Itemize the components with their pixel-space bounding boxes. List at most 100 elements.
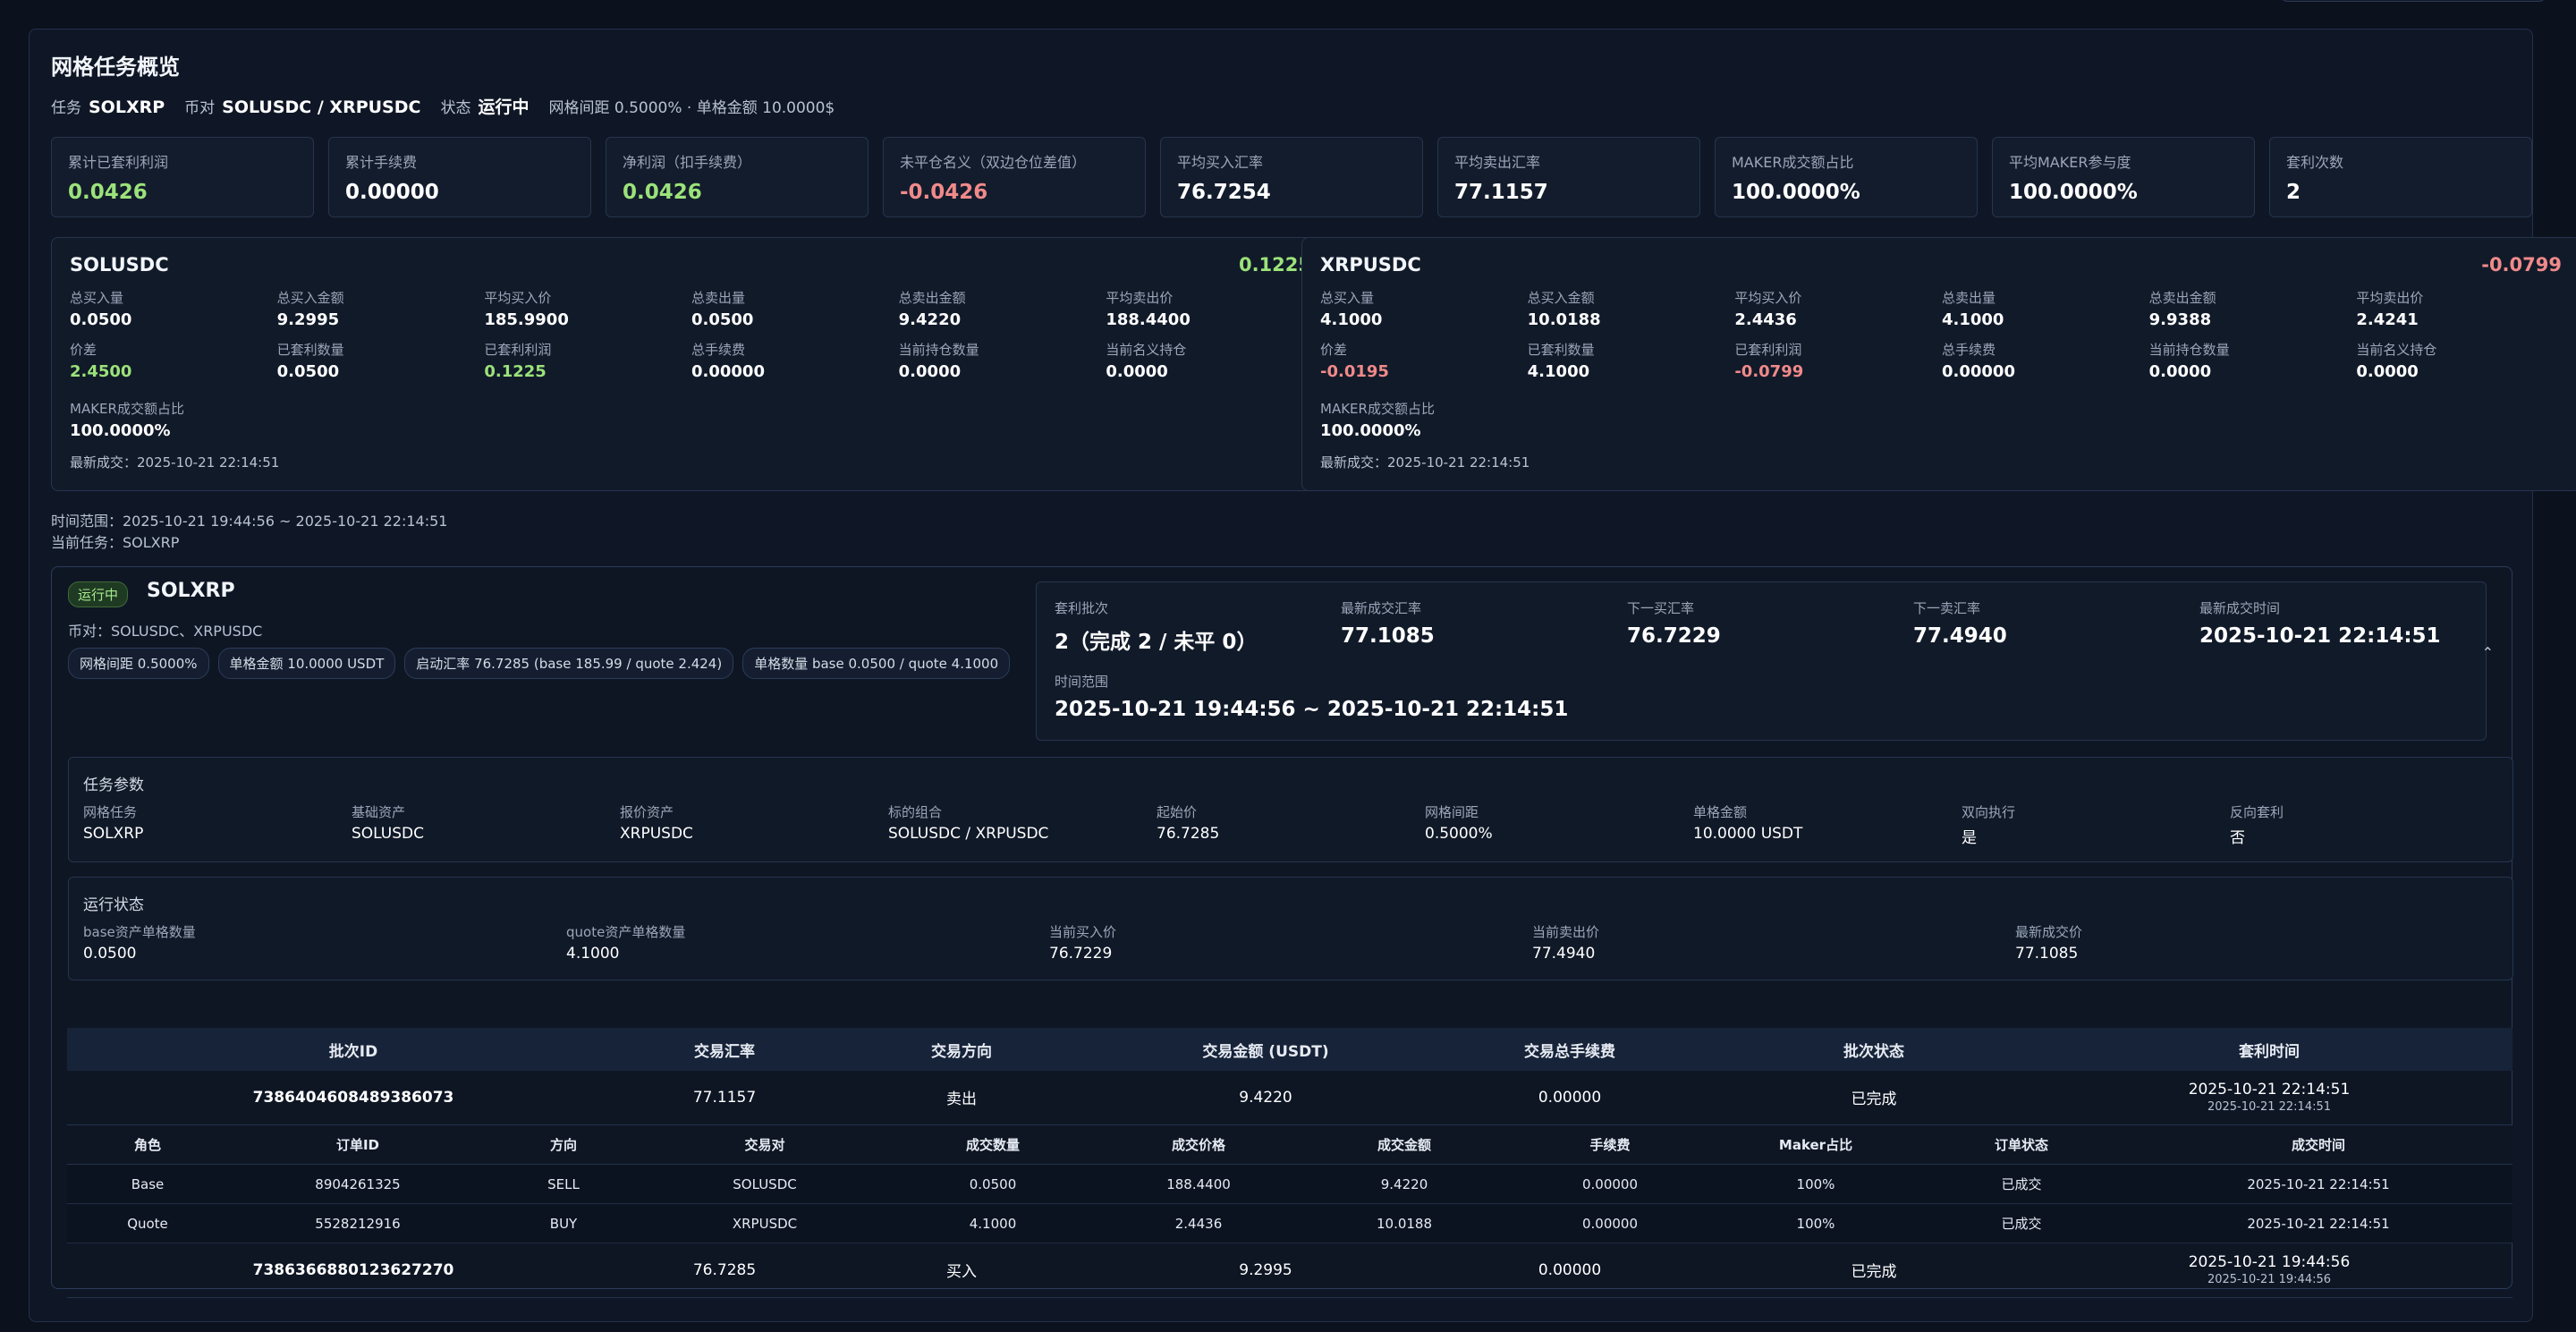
next-sell: 下一卖汇率 77.4940 [1913, 598, 2007, 648]
batch-count: 套利批次 2（完成 2 / 未平 0） [1055, 598, 1257, 655]
field-value: 0.00000 [691, 362, 765, 381]
last-time-label: 最新成交时间 [2199, 600, 2281, 616]
order-amount: 10.0188 [1301, 1203, 1507, 1243]
batch-fee: 0.00000 [1418, 1243, 1722, 1298]
batch-id: 7386404608489386073 [67, 1071, 640, 1125]
chip: 单格金额 10.0000 USDT [217, 648, 396, 679]
param-label: 起始价 [1157, 804, 1198, 820]
field-value: 2.4241 [2356, 310, 2419, 329]
runtime-value: 76.7229 [1049, 945, 1113, 963]
order-role: Quote [67, 1203, 228, 1243]
batch-id: 7386366880123627270 [67, 1243, 640, 1298]
order-fee: 0.00000 [1507, 1203, 1713, 1243]
col-side: 交易方向 [809, 1028, 1114, 1071]
param-label: 网格任务 [83, 804, 138, 820]
stat-value: 0.0426 [68, 181, 148, 204]
batch-status: 已完成 [1722, 1071, 2026, 1125]
batch-row[interactable]: 7386366880123627270 76.7285 买入 9.2995 0.… [67, 1243, 2512, 1298]
field-label: 总买入量 [1320, 290, 1375, 306]
param-value: 是 [1962, 829, 1977, 847]
param-label: 基础资产 [352, 804, 406, 820]
field-value: 9.9388 [2148, 310, 2212, 329]
grid-overview-panel: 网格任务概览 任务 SOLXRP 币对 SOLUSDC / XRPUSDC 状态 运行… [29, 29, 2576, 1322]
last-rate-value: 77.1085 [1341, 624, 1435, 648]
stat-value: 0.0426 [623, 181, 702, 204]
batch-row[interactable]: 7386404608489386073 77.1157 卖出 9.4220 0.… [67, 1071, 2512, 1125]
field-label: 总卖出量 [1942, 290, 1996, 306]
stat-label: MAKER成交额占比 [1732, 154, 1854, 171]
stat-value: 76.7254 [1177, 181, 1271, 204]
runtime-label: 最新成交价 [2015, 924, 2083, 940]
symbol-card-solusdc: SOLUSDC 0.1225 总买入量 0.0500 总买入金额 9.2995 平均… [51, 237, 1330, 491]
field-label: MAKER成交额占比 [1320, 401, 1435, 417]
field-value: 0.0500 [70, 310, 132, 329]
runtime-section: 运行状态 base资产单格数量 0.0500 quote资产单格数量 4.1000 … [68, 877, 2513, 980]
runtime-value: 4.1000 [566, 945, 620, 963]
order-time: 2025-10-21 22:14:51 [2124, 1164, 2512, 1204]
chevron-up-icon[interactable]: ⌃ [2482, 644, 2494, 661]
param-value: 76.7285 [1157, 825, 1220, 843]
task-name: SOLXRP [147, 580, 235, 602]
runtime-label: 当前卖出价 [1532, 924, 1600, 940]
stat-card: 套利次数 2 [2269, 137, 2532, 217]
field-label: 总卖出量 [691, 290, 746, 306]
param-label: 单格金额 [1693, 804, 1748, 820]
stat-value: -0.0426 [900, 181, 988, 204]
batch-range: 时间范围 2025-10-21 19:44:56 ~ 2025-10-21 22:… [1055, 672, 1568, 721]
field-value: 0.00000 [1942, 362, 2015, 381]
params-grid: 网格任务 SOLXRP 基础资产 SOLUSDC 报价资产 XRPUSDC 标的组合 S… [83, 802, 2498, 847]
field-label: 总卖出金额 [898, 290, 966, 306]
sub-col-order-id: 订单ID [228, 1124, 487, 1165]
status-badge: 运行中 [68, 581, 129, 607]
stat-value: 77.1157 [1454, 181, 1548, 204]
field-value: 0.0000 [2356, 362, 2419, 381]
param-label: 网格间距 [1425, 804, 1479, 820]
param-value: 0.5000% [1425, 825, 1493, 843]
task-value: SOLXRP [89, 98, 165, 117]
field-label: 平均买入价 [1734, 290, 1802, 306]
task-pair: 币对：SOLUSDC、XRPUSDC [68, 623, 263, 640]
symbol-card-xrpusdc: XRPUSDC -0.0799 总买入量 4.1000 总买入金额 10.0188 … [1301, 237, 2576, 491]
order-row[interactable]: Quote 5528212916 BUY XRPUSDC 4.1000 2.44… [67, 1203, 2512, 1243]
batch-table: 批次ID 交易汇率 交易方向 交易金额 (USDT) 交易总手续费 批次状态 套… [67, 1028, 2512, 1298]
batch-time-cell: 2025-10-21 19:44:56 2025-10-21 19:44:56 [2026, 1243, 2512, 1298]
stat-value: 100.0000% [1732, 181, 1860, 204]
current-task: 当前任务：SOLXRP [51, 534, 180, 551]
order-price: 2.4436 [1096, 1203, 1301, 1243]
order-status: 已成交 [1919, 1203, 2124, 1243]
next-buy-label: 下一买汇率 [1627, 600, 1695, 616]
stat-label: 平均MAKER参与度 [2009, 154, 2131, 171]
field-label: 当前持仓数量 [898, 342, 979, 358]
param-label: 标的组合 [888, 804, 943, 820]
order-time: 2025-10-21 22:14:51 [2124, 1203, 2512, 1243]
field-value: 4.1000 [1527, 362, 1590, 381]
stat-label: 未平仓名义（双边仓位差值） [900, 154, 1087, 171]
stats-row: 累计已套利利润 0.0426 累计手续费 0.00000 净利润（扣手续费） 0.04… [51, 137, 2532, 217]
section-title: 任务参数 [83, 776, 144, 794]
order-pair: SOLUSDC [640, 1164, 890, 1204]
field-value: -0.0799 [1734, 362, 1804, 381]
field-value: 0.1225 [484, 362, 547, 381]
stat-card: 平均买入汇率 76.7254 [1160, 137, 1423, 217]
top-action-button[interactable] [2279, 0, 2547, 2]
next-sell-value: 77.4940 [1913, 624, 2007, 648]
last-rate: 最新成交汇率 77.1085 [1341, 598, 1435, 648]
next-buy: 下一买汇率 76.7229 [1627, 598, 1721, 648]
field-value: 100.0000% [1320, 421, 1421, 440]
maker-ratio: MAKER成交额占比 100.0000% [70, 399, 184, 440]
stat-card: 平均卖出汇率 77.1157 [1437, 137, 1700, 217]
field-value: 0.0500 [691, 310, 754, 329]
batch-rate: 76.7285 [640, 1243, 809, 1298]
field-label: 已套利数量 [276, 342, 344, 358]
param-value: 10.0000 USDT [1693, 825, 1803, 843]
batch-time-sub: 2025-10-21 22:14:51 [2207, 1100, 2332, 1115]
order-status: 已成交 [1919, 1164, 2124, 1204]
col-status: 批次状态 [1722, 1028, 2026, 1071]
order-row[interactable]: Base 8904261325 SELL SOLUSDC 0.0500 188.… [67, 1164, 2512, 1204]
batch-summary: 套利批次 2（完成 2 / 未平 0） 最新成交汇率 77.1085 下一买汇率 76… [1036, 581, 2487, 741]
next-sell-label: 下一卖汇率 [1913, 600, 1981, 616]
field-label: 总手续费 [691, 342, 746, 358]
chip: 网格间距 0.5000% [68, 648, 209, 679]
sub-col-maker: Maker占比 [1713, 1124, 1919, 1165]
param-value: SOLUSDC [352, 825, 424, 843]
